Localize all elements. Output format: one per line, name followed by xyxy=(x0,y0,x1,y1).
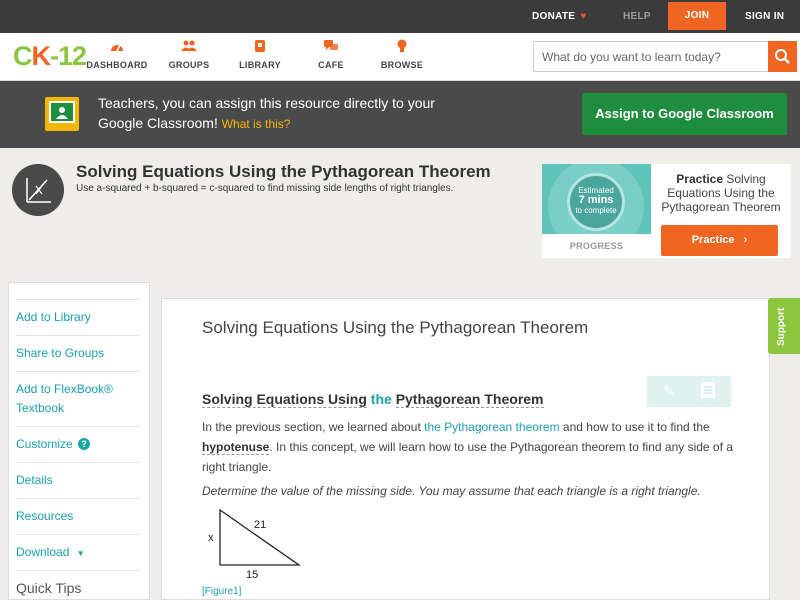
main-content: Solving Equations Using the Pythagorean … xyxy=(161,298,770,600)
hypotenuse-term[interactable]: hypotenuse xyxy=(202,440,270,455)
annotation-toolbar: ✎ xyxy=(647,376,731,407)
library-icon xyxy=(225,39,295,57)
practice-button[interactable]: Practice › xyxy=(661,225,778,256)
groups-icon xyxy=(154,39,224,57)
join-button[interactable]: JOIN xyxy=(668,2,726,30)
estimated-minutes: 7 mins xyxy=(578,194,614,206)
sidebar-divider xyxy=(16,371,140,372)
support-tab-label: Support xyxy=(776,307,787,346)
sidebar-item-resources[interactable]: Resources xyxy=(16,507,140,525)
practice-button-label: Practice xyxy=(691,234,735,246)
nav-dashboard[interactable]: DASHBOARD xyxy=(82,39,152,70)
base-label: 15 xyxy=(246,569,258,581)
donate-label: DONATE xyxy=(532,11,576,22)
figure-link[interactable]: [Figure1] xyxy=(202,586,241,597)
help-link[interactable]: HELP xyxy=(623,0,651,33)
page-title: Solving Equations Using the Pythagorean … xyxy=(202,318,589,337)
support-tab[interactable]: Support xyxy=(768,298,800,354)
help-icon[interactable]: ? xyxy=(78,438,91,450)
nav-dashboard-label: DASHBOARD xyxy=(86,60,148,70)
sidebar-divider xyxy=(16,299,140,300)
concept-title: Solving Equations Using the Pythagorean … xyxy=(76,162,491,181)
pythagorean-theorem-link[interactable]: the Pythagorean theorem xyxy=(424,420,559,434)
nav-browse-label: BROWSE xyxy=(380,60,424,70)
cafe-icon xyxy=(296,39,366,57)
sidebar-item-add-to-flexbook[interactable]: Add to FlexBook® Textbook xyxy=(16,380,140,418)
sidebar-divider xyxy=(16,534,140,535)
sign-in-link[interactable]: SIGN IN xyxy=(745,0,784,33)
google-classroom-icon xyxy=(45,97,79,131)
heart-icon: ♥ xyxy=(580,11,587,22)
main-header: CK-12 DASHBOARD GROUPS LIBRARY CAFE BROW… xyxy=(0,33,800,81)
sidebar: Add to Library Share to Groups Add to Fl… xyxy=(8,282,150,600)
para-text-a: In the previous section, we learned abou… xyxy=(202,420,421,434)
progress-label: PROGRESS xyxy=(569,241,624,251)
nav-cafe-label: CAFE xyxy=(318,60,344,70)
practice-heading: Practice Solving Equations Using the Pyt… xyxy=(654,172,788,214)
sidebar-divider xyxy=(16,462,140,463)
search-box xyxy=(533,41,797,72)
nav-groups-label: GROUPS xyxy=(168,60,210,70)
chevron-right-icon: › xyxy=(743,234,748,246)
concept-subtitle: Use a-squared + b-squared = c-squared to… xyxy=(76,183,454,194)
browse-icon xyxy=(367,39,437,57)
practice-image: Estimated 7 mins to complete xyxy=(542,164,651,234)
nav-browse[interactable]: BROWSE xyxy=(367,39,437,70)
instruction-text: Determine the value of the missing side.… xyxy=(202,484,701,498)
dashboard-icon xyxy=(82,39,152,57)
top-bar: DONATE ♥ HELP JOIN SIGN IN xyxy=(0,0,800,33)
hypotenuse-label: 21 xyxy=(254,519,266,531)
sidebar-divider xyxy=(16,570,140,571)
sidebar-item-details[interactable]: Details xyxy=(16,471,140,489)
practice-heading-bold: Practice xyxy=(676,172,723,186)
logo-12: -12 xyxy=(50,41,87,71)
nav-library[interactable]: LIBRARY xyxy=(225,39,295,70)
donate-link[interactable]: DONATE ♥ xyxy=(532,0,587,33)
section-title: Solving Equations Using the Pythagorean … xyxy=(202,391,544,408)
sidebar-item-download[interactable]: Download ▼ xyxy=(16,543,140,563)
right-triangle-figure: x 21 15 xyxy=(208,508,302,581)
classroom-banner: Teachers, you can assign this resource d… xyxy=(0,81,800,148)
logo-k: K xyxy=(31,41,51,71)
para-text-c: . In this concept, we will learn how to … xyxy=(202,440,733,474)
note-icon[interactable] xyxy=(701,382,715,398)
sidebar-item-customize[interactable]: Customize ? xyxy=(16,435,140,453)
customize-label: Customize xyxy=(16,437,73,451)
nav-cafe[interactable]: CAFE xyxy=(296,39,366,70)
sidebar-item-add-to-library[interactable]: Add to Library xyxy=(16,308,140,326)
caret-down-icon: ▼ xyxy=(76,549,85,558)
ck12-logo[interactable]: CK-12 xyxy=(13,41,87,72)
sidebar-divider xyxy=(16,335,140,336)
geometry-concept-icon xyxy=(12,164,64,216)
sidebar-item-share-to-groups[interactable]: Share to Groups xyxy=(16,344,140,362)
quick-tips-heading[interactable]: Quick Tips xyxy=(16,579,140,597)
nav-library-label: LIBRARY xyxy=(239,60,281,70)
pencil-icon[interactable]: ✎ xyxy=(663,383,675,400)
search-icon xyxy=(775,49,790,64)
logo-c: C xyxy=(13,41,32,71)
sidebar-divider xyxy=(16,498,140,499)
estimated-suffix: to complete xyxy=(575,206,617,215)
nav-groups[interactable]: GROUPS xyxy=(154,39,224,70)
download-label: Download xyxy=(16,545,70,559)
intro-paragraph: In the previous section, we learned abou… xyxy=(202,417,742,477)
estimated-time-badge: Estimated 7 mins to complete xyxy=(567,173,625,231)
practice-card: Estimated 7 mins to complete PROGRESS Pr… xyxy=(542,164,791,258)
para-text-b: and how to use it to find the xyxy=(562,420,710,434)
side-x-label: x xyxy=(208,532,214,544)
section-title-part-b: the xyxy=(370,391,392,407)
sidebar-divider xyxy=(16,426,140,427)
assign-to-classroom-button[interactable]: Assign to Google Classroom xyxy=(582,93,787,135)
search-button[interactable] xyxy=(768,41,797,72)
what-is-this-link[interactable]: What is this? xyxy=(222,117,291,131)
section-title-part-c: Pythagorean Theorem xyxy=(395,391,544,408)
classroom-message: Teachers, you can assign this resource d… xyxy=(98,93,458,134)
section-title-part-a: Solving Equations Using xyxy=(202,391,367,408)
search-input[interactable] xyxy=(534,42,764,71)
